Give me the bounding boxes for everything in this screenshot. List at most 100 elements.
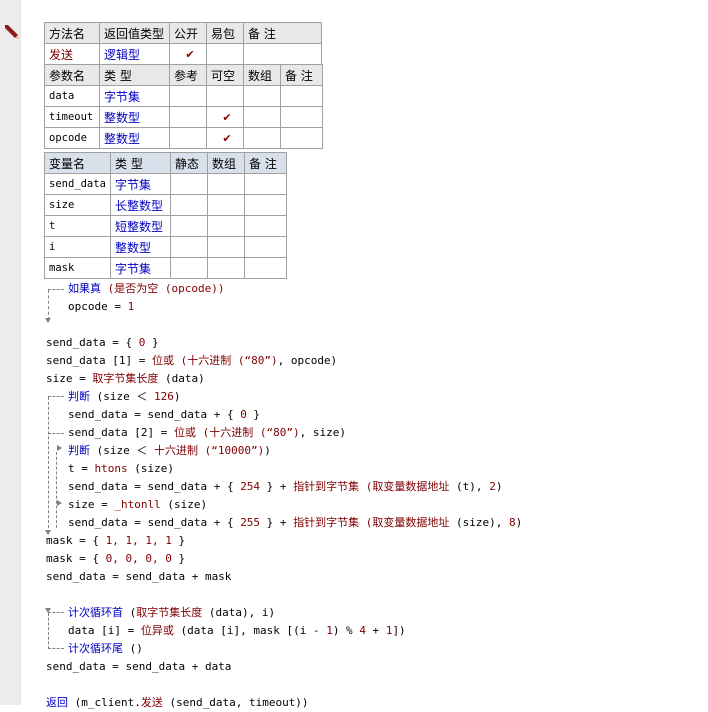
code-line[interactable]: send_data = send_data + { 254 } + 指针到字节集…	[46, 478, 708, 496]
code-line[interactable]: send_data [1] = 位或 (十六进制 (“80”), opcode)	[46, 352, 708, 370]
code-line[interactable]: 计次循环尾 ()	[46, 640, 708, 658]
variable-row[interactable]: mask 字节集	[44, 257, 287, 279]
var-remark-cell[interactable]	[244, 194, 287, 216]
code-token: data [i] =	[68, 624, 141, 637]
code-token: send_data [2] =	[68, 426, 174, 439]
var-array-cell[interactable]	[207, 194, 245, 216]
variable-row[interactable]: t 短整数型	[44, 215, 287, 237]
param-array-cell[interactable]	[243, 106, 281, 128]
code-line[interactable]: send_data = send_data + mask	[46, 568, 708, 586]
param-reference-cell[interactable]	[169, 85, 207, 107]
code-token: 发送	[140, 696, 163, 709]
code-line[interactable]: mask = { 0, 0, 0, 0 }	[46, 550, 708, 568]
code-line[interactable]	[46, 676, 708, 694]
var-array-cell[interactable]	[207, 236, 245, 258]
code-editor[interactable]: 如果真 (是否为空 (opcode)) opcode = 1 send_data =…	[46, 280, 708, 712]
var-type-cell[interactable]: 字节集	[110, 173, 171, 195]
var-array-cell[interactable]	[207, 215, 245, 237]
param-reference-cell[interactable]	[169, 127, 207, 149]
code-line[interactable]	[46, 586, 708, 604]
code-line[interactable]: size = _htonll (size)	[46, 496, 708, 514]
code-token: )	[515, 516, 523, 529]
var-array-cell[interactable]	[207, 173, 245, 195]
var-static-cell[interactable]	[170, 236, 208, 258]
code-line[interactable]: send_data = send_data + data	[46, 658, 708, 676]
code-line[interactable]: 返回 (m_client.发送 (send_data, timeout))	[46, 694, 708, 712]
code-line[interactable]: size = 取字节集长度 (data)	[46, 370, 708, 388]
var-static-cell[interactable]	[170, 173, 208, 195]
code-token: send_data = send_data + {	[68, 516, 241, 529]
method-easy-package-cell[interactable]	[206, 43, 244, 65]
param-nullable-check[interactable]: ✔	[206, 127, 244, 149]
method-return-type-cell[interactable]: 逻辑型	[99, 43, 170, 65]
variable-row[interactable]: size 长整数型	[44, 194, 287, 216]
var-type-cell[interactable]: 字节集	[110, 257, 171, 279]
variable-row[interactable]: i 整数型	[44, 236, 287, 258]
var-name-cell[interactable]: send_data	[44, 173, 111, 195]
code-token: }	[171, 534, 186, 547]
code-token: 计次循环尾	[68, 642, 123, 655]
param-remark-cell[interactable]	[280, 106, 323, 128]
param-name-cell[interactable]: data	[44, 85, 100, 107]
code-line[interactable]: 判断 (size ＜ 126)	[46, 388, 708, 406]
code-token: send_data [1] =	[46, 354, 152, 367]
code-token: htons	[94, 462, 128, 475]
param-row[interactable]: data 字节集	[44, 85, 323, 107]
code-line[interactable]: send_data = send_data + { 255 } + 指针到字节集…	[46, 514, 708, 532]
code-line[interactable]: opcode = 1	[46, 298, 708, 316]
code-token: send_data = send_data + data	[46, 660, 232, 673]
param-remark-cell[interactable]	[280, 85, 323, 107]
method-name-cell[interactable]: 发送	[44, 43, 100, 65]
param-name-cell[interactable]: opcode	[44, 127, 100, 149]
var-remark-cell[interactable]	[244, 236, 287, 258]
method-table: 方法名 返回值类型 公开 易包 备 注 发送 逻辑型 ✔	[44, 22, 322, 65]
code-line[interactable]: send_data = { 0 }	[46, 334, 708, 352]
var-static-cell[interactable]	[170, 215, 208, 237]
var-name-cell[interactable]: i	[44, 236, 111, 258]
var-name-cell[interactable]: t	[44, 215, 111, 237]
param-remark-cell[interactable]	[280, 127, 323, 149]
code-line[interactable]	[46, 316, 708, 334]
code-line[interactable]: mask = { 1, 1, 1, 1 }	[46, 532, 708, 550]
var-remark-cell[interactable]	[244, 215, 287, 237]
code-line[interactable]: 计次循环首 (取字节集长度 (data), i)	[46, 604, 708, 622]
var-name-cell[interactable]: size	[44, 194, 111, 216]
code-token: 2	[489, 480, 496, 493]
code-token: } +	[260, 480, 294, 493]
param-array-cell[interactable]	[243, 85, 281, 107]
code-token: (data), i)	[202, 606, 276, 619]
var-remark-cell[interactable]	[244, 257, 287, 279]
code-line[interactable]: 判断 (size ＜ 十六进制 (“10000”))	[46, 442, 708, 460]
var-type-cell[interactable]: 长整数型	[110, 194, 171, 216]
param-type-cell[interactable]: 字节集	[99, 85, 170, 107]
param-array-cell[interactable]	[243, 127, 281, 149]
param-nullable-check[interactable]	[206, 85, 244, 107]
code-line[interactable]: 如果真 (是否为空 (opcode))	[46, 280, 708, 298]
param-nullable-check[interactable]: ✔	[206, 106, 244, 128]
code-token: mask = {	[46, 534, 106, 547]
var-static-cell[interactable]	[170, 194, 208, 216]
param-row[interactable]: timeout 整数型 ✔	[44, 106, 323, 128]
code-line[interactable]: send_data = send_data + { 0 }	[46, 406, 708, 424]
editor-gutter	[0, 0, 21, 705]
method-remark-cell[interactable]	[243, 43, 322, 65]
var-name-cell[interactable]: mask	[44, 257, 111, 279]
var-remark-cell[interactable]	[244, 173, 287, 195]
code-line[interactable]: t = htons (size)	[46, 460, 708, 478]
var-static-cell[interactable]	[170, 257, 208, 279]
variable-row[interactable]: send_data 字节集	[44, 173, 287, 195]
var-type-cell[interactable]: 短整数型	[110, 215, 171, 237]
param-type-cell[interactable]: 整数型	[99, 127, 170, 149]
code-token: (m_client.	[68, 696, 141, 709]
code-token: _htonll	[114, 498, 161, 511]
code-line[interactable]: send_data [2] = 位或 (十六进制 (“80”), size)	[46, 424, 708, 442]
code-line[interactable]: data [i] = 位异或 (data [i], mask [(i - 1) …	[46, 622, 708, 640]
param-row[interactable]: opcode 整数型 ✔	[44, 127, 323, 149]
var-type-cell[interactable]: 整数型	[110, 236, 171, 258]
code-token: } +	[260, 516, 294, 529]
method-public-check[interactable]: ✔	[169, 43, 207, 65]
param-name-cell[interactable]: timeout	[44, 106, 100, 128]
var-array-cell[interactable]	[207, 257, 245, 279]
param-reference-cell[interactable]	[169, 106, 207, 128]
param-type-cell[interactable]: 整数型	[99, 106, 170, 128]
